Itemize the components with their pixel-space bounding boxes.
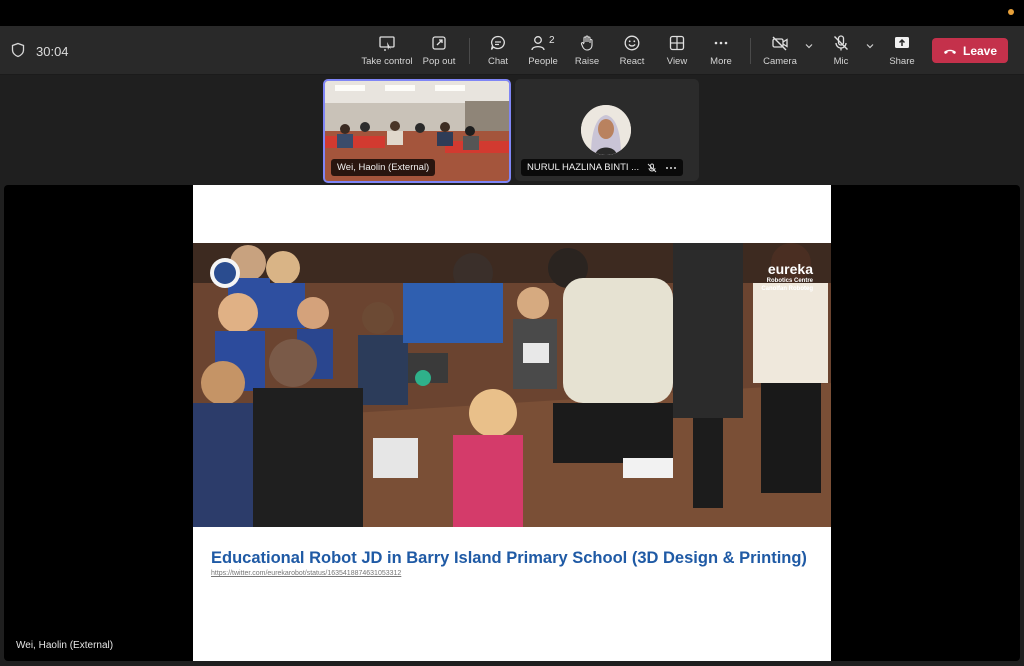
logo-line-1: Robotics Centre: [766, 278, 813, 284]
people-button[interactable]: 2 People: [526, 34, 560, 70]
view-label: View: [666, 56, 688, 67]
mic-label: Mic: [833, 56, 849, 67]
leave-button[interactable]: Leave: [932, 38, 1008, 63]
avatar: [581, 105, 631, 155]
grid-view-icon: [669, 35, 685, 51]
camera-off-icon: [772, 36, 788, 51]
toolbar-divider: [469, 38, 470, 64]
presentation-slide: eureka Robotics Centre Canolfan Roboteg …: [193, 185, 831, 661]
people-icon: [531, 36, 545, 51]
slide-photo: eureka Robotics Centre Canolfan Roboteg: [193, 243, 831, 527]
slide-title: Educational Robot JD in Barry Island Pri…: [211, 549, 807, 567]
more-dots-icon: [714, 41, 728, 45]
take-control-icon: [379, 36, 395, 51]
mic-button[interactable]: Mic: [828, 34, 854, 70]
mic-options-chevron-down-icon[interactable]: [865, 41, 875, 51]
mic-off-icon: [834, 35, 848, 51]
more-button[interactable]: More: [708, 34, 734, 70]
react-label: React: [619, 56, 645, 67]
take-control-label: Take control: [361, 56, 413, 67]
children-robot-photo: [193, 243, 831, 527]
eureka-logo: eureka Robotics Centre Canolfan Roboteg: [761, 261, 813, 293]
participant-tile-nurul[interactable]: NURUL HAZLINA BINTI ...: [515, 79, 699, 181]
people-count: 2: [549, 35, 555, 46]
slide-source-link[interactable]: https://twitter.com/eurekarobot/status/1…: [211, 570, 401, 577]
camera-label: Camera: [763, 56, 797, 67]
camera-button[interactable]: Camera: [762, 34, 798, 70]
chat-button[interactable]: Chat: [484, 34, 512, 70]
raise-hand-icon: [580, 35, 593, 51]
avatar-photo: [581, 105, 631, 155]
share-button[interactable]: Share: [888, 34, 916, 70]
leave-label: Leave: [962, 43, 998, 58]
top-strip: [0, 0, 1024, 26]
pop-out-button[interactable]: Pop out: [421, 34, 457, 70]
share-tray-icon: [895, 37, 909, 48]
more-options-icon[interactable]: [665, 163, 677, 173]
participant-name: NURUL HAZLINA BINTI ...: [527, 162, 640, 173]
presenter-label: Wei, Haolin (External): [16, 640, 114, 651]
meeting-stage: Wei, Haolin (External) NURUL HAZLINA BIN…: [0, 75, 1024, 666]
chat-icon: [490, 35, 505, 50]
share-label: Share: [889, 56, 915, 67]
logo-line-2: Canolfan Roboteg: [761, 286, 813, 292]
shared-screen: eureka Robotics Centre Canolfan Roboteg …: [4, 185, 1020, 661]
meeting-toolbar: 30:04 Take control Pop out Chat 2 People…: [0, 26, 1024, 75]
toolbar-divider: [750, 38, 751, 64]
camera-options-chevron-down-icon[interactable]: [804, 41, 814, 51]
pop-out-label: Pop out: [422, 56, 456, 67]
mic-muted-icon: [647, 163, 657, 172]
participant-tile-wei[interactable]: Wei, Haolin (External): [323, 79, 511, 183]
react-button[interactable]: React: [618, 34, 646, 70]
chat-label: Chat: [487, 56, 509, 67]
smiley-icon: [624, 35, 640, 51]
participant-nameplate: NURUL HAZLINA BINTI ...: [521, 159, 684, 176]
participant-nameplate: Wei, Haolin (External): [331, 159, 436, 176]
view-button[interactable]: View: [664, 34, 690, 70]
take-control-button[interactable]: Take control: [361, 34, 413, 70]
raise-label: Raise: [574, 56, 600, 67]
phone-hangup-icon: [943, 49, 956, 54]
pop-out-icon: [432, 36, 446, 50]
participant-name: Wei, Haolin (External): [337, 162, 430, 173]
people-label: People: [528, 56, 558, 67]
raise-hand-button[interactable]: Raise: [574, 34, 600, 70]
more-label: More: [710, 56, 732, 67]
logo-main: eureka: [767, 261, 813, 277]
meeting-timer: 30:04: [36, 44, 69, 59]
shield-icon: [11, 42, 25, 58]
notification-dot: [1008, 9, 1014, 15]
